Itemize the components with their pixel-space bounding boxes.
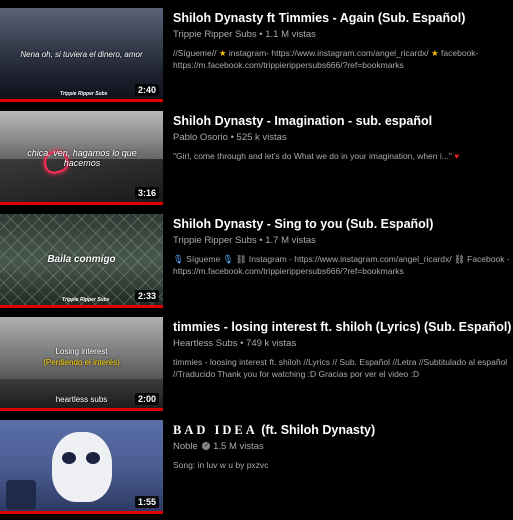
thumbnail-scene — [6, 480, 36, 510]
duration-badge: 2:00 — [134, 393, 159, 405]
video-title[interactable]: Shiloh Dynasty - Sing to you (Sub. Españ… — [173, 216, 513, 232]
character-eye — [86, 452, 100, 464]
duration-badge: 2:33 — [134, 290, 159, 302]
view-count: 525 k vistas — [236, 132, 287, 143]
video-row[interactable]: Nena oh, si tuviera el dinero, amor Trip… — [0, 8, 513, 108]
channel-name[interactable]: Pablo Osorio — [173, 132, 228, 143]
desc-text: facebook- — [441, 48, 479, 58]
video-thumbnail[interactable]: Baila conmigo Trippie Ripper Subs 2:33 — [0, 214, 163, 308]
video-row[interactable]: Losing interest (Perdiendo el interés) h… — [0, 317, 513, 417]
desc-text: instagram- https://www.instagram.com/ang… — [228, 48, 429, 58]
verified-icon: ✓ — [202, 442, 211, 451]
thumbnail-caption-translation: (Perdiendo el interés) — [43, 358, 120, 367]
watch-progress-bar — [0, 202, 163, 205]
video-meta: timmies - losing interest ft. shiloh (Ly… — [173, 319, 513, 380]
duration-badge: 2:40 — [134, 84, 159, 96]
watch-progress-bar — [0, 305, 163, 308]
video-title-rest: (ft. Shiloh Dynasty) — [257, 423, 376, 437]
video-title[interactable]: Shiloh Dynasty - Imagination - sub. espa… — [173, 113, 513, 129]
video-row[interactable]: chica, ven, hagamos lo que hacemos 3:16 … — [0, 111, 513, 211]
thumbnail-credit: Trippie Ripper Subs — [60, 91, 108, 97]
thumbnail-caption: chica, ven, hagamos lo que hacemos — [27, 148, 137, 168]
video-description: timmies - loosing interest ft. shiloh //… — [173, 357, 508, 379]
watch-progress-bar — [0, 511, 163, 514]
character-head — [52, 432, 112, 502]
thumbnail-caption: Losing interest — [55, 347, 108, 356]
video-description: Song: in luv w u by pxzvc — [173, 460, 269, 470]
video-row[interactable]: Baila conmigo Trippie Ripper Subs 2:33 S… — [0, 214, 513, 314]
thumbnail-caption: Nena oh, si tuviera el dinero, amor — [20, 50, 143, 59]
video-meta: Shiloh Dynasty ft Timmies - Again (Sub. … — [173, 10, 513, 71]
channel-name[interactable]: Heartless Subs — [173, 338, 237, 349]
channel-line: Pablo Osorio • 525 k vistas — [173, 131, 513, 145]
desc-text: Sígueme — [186, 254, 221, 264]
channel-line: Noble ✓ 1.5 M vistas — [173, 440, 513, 454]
channel-line: Heartless Subs • 749 k vistas — [173, 337, 513, 351]
channel-line: Trippie Ripper Subs • 1.7 M vistas — [173, 234, 513, 248]
channel-name[interactable]: Trippie Ripper Subs — [173, 235, 257, 246]
duration-badge: 3:16 — [134, 187, 159, 199]
character-eye — [62, 452, 76, 464]
link-icon: ⛓ — [453, 254, 465, 264]
video-description: //Sígueme// ★ instagram- https://www.ins… — [173, 47, 511, 71]
heart-icon: ♥ — [454, 151, 460, 161]
video-meta: BAD IDEA (ft. Shiloh Dynasty) Noble ✓ 1.… — [173, 422, 513, 471]
star-icon: ★ — [431, 48, 439, 58]
watch-progress-bar — [0, 408, 163, 411]
channel-name[interactable]: Trippie Ripper Subs — [173, 29, 257, 40]
desc-text: Instagram - https://www.instagram.com/an… — [248, 254, 452, 264]
desc-text: //Sígueme// — [173, 48, 217, 58]
video-title[interactable]: timmies - losing interest ft. shiloh (Ly… — [173, 319, 513, 335]
desc-text: "Girl, come through and let's do What we… — [173, 151, 452, 161]
video-thumbnail[interactable]: Nena oh, si tuviera el dinero, amor Trip… — [0, 8, 163, 102]
view-count: 1.7 M vistas — [265, 235, 316, 246]
video-thumbnail[interactable]: chica, ven, hagamos lo que hacemos 3:16 — [0, 111, 163, 205]
mic-icon: 🎙 — [173, 254, 184, 264]
mic-icon: 🎙 — [222, 254, 234, 264]
video-thumbnail[interactable]: 1:55 — [0, 420, 163, 514]
star-icon: ★ — [218, 48, 227, 58]
video-title[interactable]: Shiloh Dynasty ft Timmies - Again (Sub. … — [173, 10, 513, 26]
watch-progress-bar — [0, 99, 163, 102]
thumbnail-caption: Baila conmigo — [47, 254, 116, 265]
channel-line: Trippie Ripper Subs • 1.1 M vistas — [173, 28, 513, 42]
channel-name[interactable]: Noble — [173, 441, 198, 452]
view-count: 1.1 M vistas — [265, 29, 316, 40]
desc-text: https://m.facebook.com/trippierippersubs… — [173, 266, 404, 276]
video-meta: Shiloh Dynasty - Imagination - sub. espa… — [173, 113, 513, 162]
video-description: "Girl, come through and let's do What we… — [173, 150, 511, 162]
video-title-stylized: BAD IDEA — [173, 423, 258, 437]
link-icon: ⛓ — [235, 254, 247, 264]
desc-text: Facebook - — [467, 254, 510, 264]
thumbnail-credit: Trippie Ripper Subs — [62, 297, 110, 303]
video-description: 🎙 Sígueme 🎙 ⛓ Instagram - https://www.in… — [173, 253, 511, 277]
view-count: 749 k vistas — [246, 338, 297, 349]
desc-text: https://m.facebook.com/trippierippersubs… — [173, 60, 404, 70]
video-thumbnail[interactable]: Losing interest (Perdiendo el interés) h… — [0, 317, 163, 411]
video-title[interactable]: BAD IDEA (ft. Shiloh Dynasty) — [173, 422, 513, 438]
view-count: 1.5 M vistas — [213, 441, 264, 452]
video-meta: Shiloh Dynasty - Sing to you (Sub. Españ… — [173, 216, 513, 277]
video-row[interactable]: 1:55 BAD IDEA (ft. Shiloh Dynasty) Noble… — [0, 420, 513, 520]
duration-badge: 1:55 — [134, 496, 159, 508]
